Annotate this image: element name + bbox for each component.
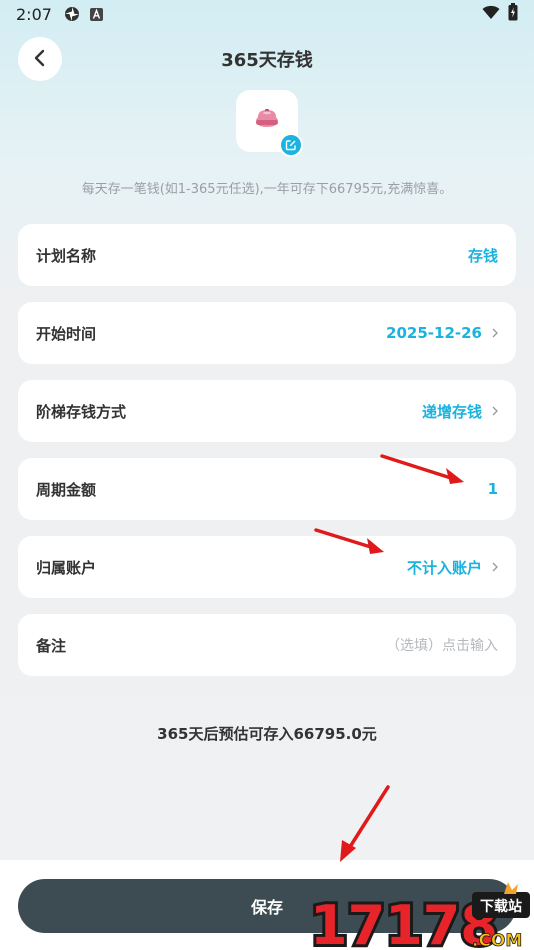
settings-flower-icon [64,6,80,22]
start-time-row[interactable]: 开始时间 2025-12-26 [18,302,516,364]
plan-name-text: 存钱 [467,246,498,265]
start-time-value: 2025-12-26 [386,324,498,342]
annotation-arrow-icon [314,528,384,554]
watermark-tag: 下载站 [480,898,522,915]
start-time-label: 开始时间 [36,324,97,343]
annotation-arrow-icon [380,454,464,484]
wifi-icon [482,5,500,24]
plan-name-value: 存钱 [468,245,498,266]
piggy-bank-icon [254,109,280,133]
plan-name-label: 计划名称 [36,246,97,265]
battery-icon [508,3,518,25]
period-amount-text: 1 [487,480,498,498]
crown-icon [504,882,518,894]
estimate-text: 365天后预估可存入66795.0元 [157,725,377,743]
account-value: 不计入账户 [407,557,498,578]
plan-name-row[interactable]: 计划名称 存钱 [18,224,516,286]
status-bar: 2:07 [0,0,534,28]
edit-icon [285,136,297,155]
a-letter-icon [89,7,103,21]
ladder-mode-text: 递增存钱 [421,402,482,421]
chevron-right-icon [492,328,498,338]
edit-icon-button[interactable] [279,133,303,157]
watermark-logo: 17178 17178 .COM 下载站 [307,880,534,950]
ladder-mode-label: 阶梯存钱方式 [36,402,127,421]
remark-label: 备注 [36,636,67,655]
plan-description: 每天存一笔钱(如1-365元任选),一年可存下66795元,充满惊喜。 [81,182,453,197]
period-amount-value[interactable]: 1 [488,480,498,498]
status-time: 2:07 [16,4,52,24]
annotation-arrow-icon [340,785,390,862]
chevron-right-icon [492,406,498,416]
page-title: 365天存钱 [221,50,313,71]
start-time-text: 2025-12-26 [386,324,482,342]
ladder-mode-row[interactable]: 阶梯存钱方式 递增存钱 [18,380,516,442]
remark-input[interactable]: （选填）点击输入 [386,635,498,655]
account-text: 不计入账户 [406,558,482,577]
chevron-right-icon [492,562,498,572]
account-row[interactable]: 归属账户 不计入账户 [18,536,516,598]
ladder-mode-value: 递增存钱 [422,401,498,422]
period-amount-label: 周期金额 [36,480,97,499]
remark-row[interactable]: 备注 （选填）点击输入 [18,614,516,676]
watermark-number: 17178 [310,894,498,950]
watermark-suffix: .COM [472,931,522,950]
account-label: 归属账户 [36,558,97,577]
